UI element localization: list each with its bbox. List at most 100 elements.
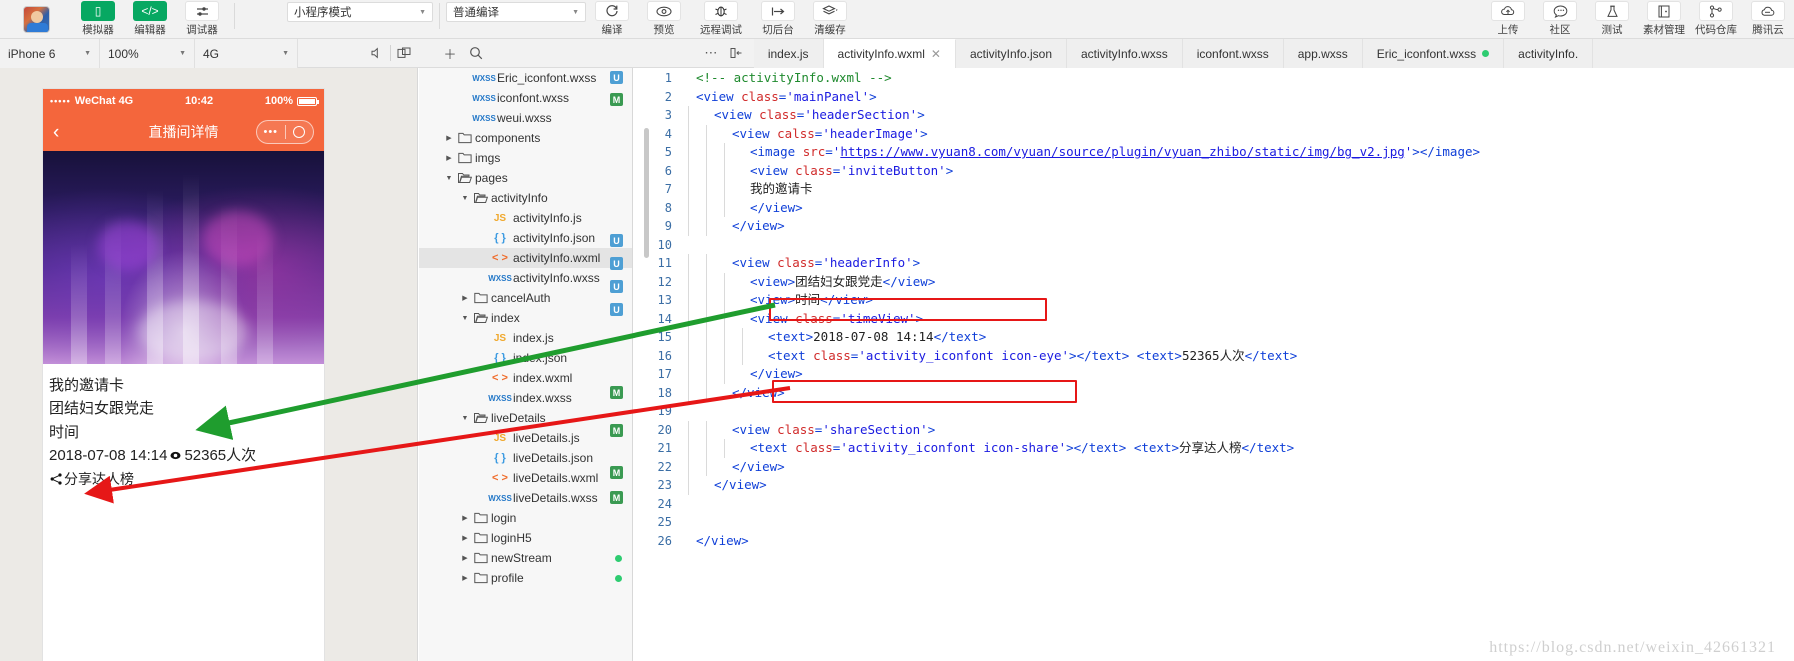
code-line[interactable]: 9 </view> [634, 217, 1794, 236]
code-line[interactable]: 5 <image src='https://www.vyuan8.com/vyua… [634, 143, 1794, 162]
editor-tab[interactable]: activityInfo. [1504, 39, 1594, 68]
code-line[interactable]: 24 [634, 495, 1794, 514]
toolbar-button-label: 编译 [601, 24, 623, 36]
chevron-right-icon[interactable]: ▶ [443, 154, 455, 162]
share-section-row[interactable]: 分享达人榜 [49, 469, 318, 489]
code-line[interactable]: 1 <!-- activityInfo.wxml --> [634, 69, 1794, 88]
compile-mode-select[interactable]: 普通编译 ▼ [446, 2, 586, 22]
editor-tab[interactable]: index.js [753, 39, 824, 68]
collapse-panel-icon[interactable] [724, 39, 750, 68]
chevron-right-icon[interactable]: ▶ [459, 574, 471, 582]
target-icon[interactable] [286, 126, 314, 138]
toolbar-button-remote-debug[interactable]: 远程调试 [690, 0, 752, 39]
line-number: 18 [657, 385, 672, 400]
code-line[interactable]: 3 <view class='headerSection'> [634, 106, 1794, 125]
toolbar-button-asset-manage[interactable]: 素材管理 [1638, 0, 1690, 39]
tree-item-label: index.json [513, 351, 568, 365]
code-line[interactable]: 11 <view class='headerInfo'> [634, 254, 1794, 273]
chevron-right-icon[interactable]: ▶ [459, 554, 471, 562]
code-line[interactable]: 20 <view class='shareSection'> [634, 420, 1794, 439]
file-status-badge-m: M [610, 491, 623, 504]
code-line-content: </view> [686, 198, 1794, 217]
more-horizontal-icon[interactable]: ⋯ [698, 39, 724, 68]
invite-card-label[interactable]: 我的邀请卡 [49, 374, 318, 397]
code-line[interactable]: 26 </view> [634, 532, 1794, 551]
code-line[interactable]: 6 <view class='inviteButton'> [634, 161, 1794, 180]
device-select[interactable]: iPhone 6 ▼ [0, 39, 100, 68]
editor-scrollbar[interactable] [644, 128, 649, 258]
code-line[interactable]: 19 [634, 402, 1794, 421]
code-line-content [686, 495, 1794, 514]
toolbar-button-tencent-cloud[interactable]: 腾讯云 [1742, 0, 1794, 39]
chevron-right-icon[interactable]: ▶ [459, 534, 471, 542]
chevron-down-icon[interactable]: ▼ [459, 415, 471, 422]
mode-select[interactable]: 小程序模式 ▼ [287, 2, 433, 22]
chevron-down-icon[interactable]: ▼ [459, 315, 471, 322]
code-line[interactable]: 2 <view class='mainPanel'> [634, 88, 1794, 107]
close-icon[interactable]: ✕ [931, 47, 941, 61]
line-number: 24 [657, 496, 672, 511]
chevron-right-icon[interactable]: ▶ [459, 514, 471, 522]
toolbar-button-debugger[interactable]: 调试器 [176, 0, 228, 39]
editor-tab[interactable]: activityInfo.json [955, 39, 1067, 68]
code-line[interactable]: 4 <view calss='headerImage'> [634, 124, 1794, 143]
chevron-right-icon[interactable]: ▶ [443, 134, 455, 142]
tree-item-label: components [475, 131, 541, 145]
file-status-badge-u: U [610, 234, 623, 247]
js-file-icon: JS [493, 332, 507, 344]
code-line[interactable]: 16 <text class='activity_iconfont icon-ey… [634, 346, 1794, 365]
folder-icon [471, 572, 491, 584]
toolbar-button-clear-cache[interactable]: 清缓存 [804, 0, 856, 39]
code-editor[interactable]: 1 <!-- activityInfo.wxml --> 2 <view class=… [634, 68, 1794, 661]
code-line[interactable]: 25 [634, 513, 1794, 532]
folder-icon [471, 292, 491, 304]
wechat-capsule[interactable]: ••• [256, 120, 314, 144]
toolbar-button-simulator[interactable]: ▯ 模拟器 [72, 0, 124, 39]
chevron-down-icon[interactable]: ▼ [459, 195, 471, 202]
code-line[interactable]: 23 </view> [634, 476, 1794, 495]
toolbar-button-community[interactable]: 社区 [1534, 0, 1586, 39]
code-line[interactable]: 7 我的邀请卡 [634, 180, 1794, 199]
code-line-content: <view class='mainPanel'> [696, 88, 877, 104]
code-line[interactable]: 12 <view>团结妇女跟党走</view> [634, 272, 1794, 291]
avatar[interactable] [0, 0, 72, 39]
toolbar-button-code-repo[interactable]: 代码仓库 [1690, 0, 1742, 39]
line-number: 6 [664, 163, 672, 178]
tree-panel-tools: ⋯ [694, 39, 754, 67]
editor-tab[interactable]: activityInfo.wxss [1067, 39, 1183, 68]
network-select[interactable]: 4G ▼ [195, 39, 298, 68]
code-line[interactable]: 8 </view> [634, 198, 1794, 217]
plus-icon[interactable]: ＋ [437, 39, 463, 68]
wxss-file-icon: WXSS [472, 113, 496, 123]
refresh-icon [595, 1, 629, 21]
toolbar-button-preview[interactable]: 预览 [638, 0, 690, 39]
editor-tab[interactable]: Eric_iconfont.wxss [1362, 39, 1505, 68]
chevron-down-icon[interactable]: ▼ [443, 175, 455, 182]
code-line[interactable]: 10 [634, 236, 1794, 255]
toolbar-button-upload[interactable]: 上传 [1482, 0, 1534, 39]
code-line[interactable]: 21 <text class='activity_iconfont icon-sh… [634, 439, 1794, 458]
book-icon [1647, 1, 1681, 21]
chevron-right-icon[interactable]: ▶ [459, 294, 471, 302]
mute-icon[interactable] [364, 39, 390, 68]
file-status-marker-column: UMUUUUMMMM [600, 68, 633, 661]
code-line[interactable]: 15 <text>2018-07-08 14:14</text> [634, 328, 1794, 347]
toolbar-button-editor[interactable]: </> 编辑器 [124, 0, 176, 39]
file-status-badge-m: M [610, 466, 623, 479]
rotate-screen-icon[interactable] [391, 39, 417, 68]
js-file-icon: JS [493, 212, 507, 224]
toolbar-button-background[interactable]: 切后台 [752, 0, 804, 39]
arrow-to-line-icon [761, 1, 795, 21]
toolbar-button-test[interactable]: 测试 [1586, 0, 1638, 39]
wxml-file-icon: < > [492, 472, 508, 484]
editor-tab[interactable]: activityInfo.wxml ✕ [823, 39, 956, 68]
code-line[interactable]: 22 </view> [634, 457, 1794, 476]
more-dots-icon[interactable]: ••• [257, 126, 285, 138]
code-line-content: 我的邀请卡 [686, 180, 1794, 199]
toolbar-button-compile[interactable]: 编译 [586, 0, 638, 39]
mode-select-wrap: 小程序模式 ▼ [287, 0, 433, 39]
editor-tab[interactable]: app.wxss [1283, 39, 1363, 68]
zoom-select[interactable]: 100% ▼ [100, 39, 195, 68]
search-icon[interactable] [463, 39, 489, 68]
editor-tab[interactable]: iconfont.wxss [1182, 39, 1284, 68]
